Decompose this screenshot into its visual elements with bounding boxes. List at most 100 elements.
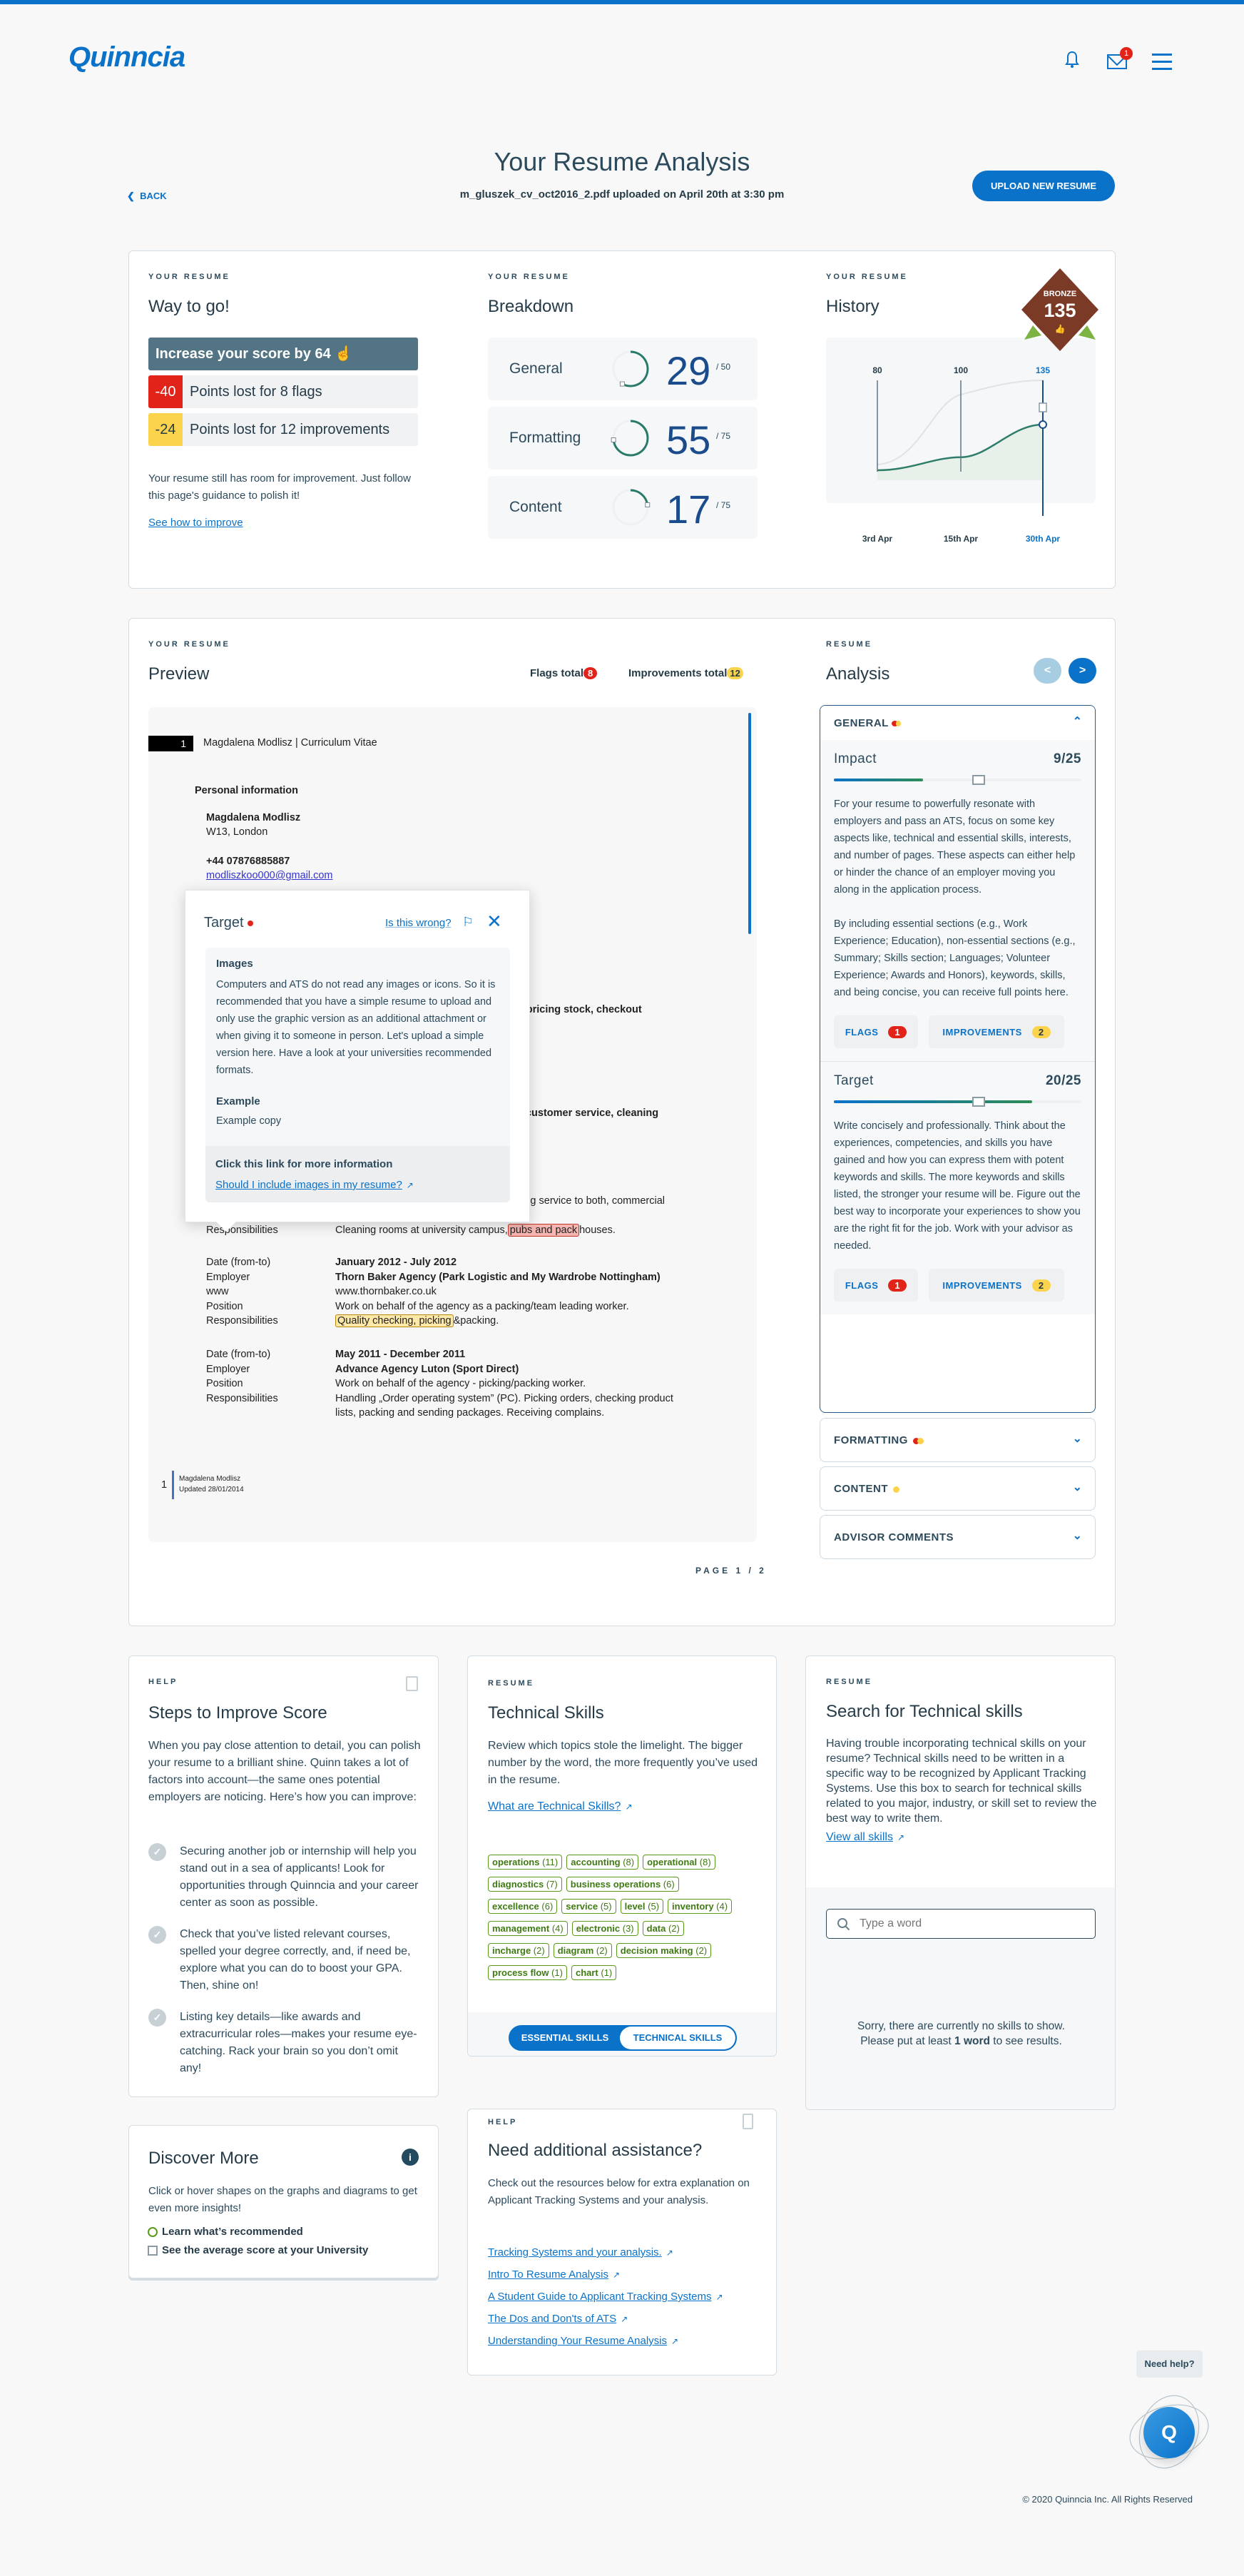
hamburger-menu-icon[interactable] (1152, 53, 1173, 73)
resource-link-text[interactable]: Tracking Systems and your analysis. (488, 2246, 662, 2258)
info-icon[interactable]: i (402, 2149, 419, 2166)
helpbot-button[interactable]: Q (1143, 2407, 1195, 2458)
flags-button[interactable]: FLAGS 1 (834, 1269, 918, 1302)
general-accordion-header[interactable]: GENERAL ⌃ (820, 706, 1095, 740)
summary-card: YOUR RESUME Way to go! Increase your sco… (128, 250, 1116, 589)
resource-link-text[interactable]: Intro To Resume Analysis (488, 2268, 608, 2281)
chevron-up-icon[interactable]: ⌃ (1073, 714, 1082, 729)
improvement-note: Your resume still has room for improveme… (148, 472, 411, 502)
accordion-title-text: CONTENT (834, 1483, 888, 1495)
history-date-label: 30th Apr (1026, 534, 1061, 544)
see-how-to-improve-link[interactable]: See how to improve (148, 517, 243, 529)
chevron-down-icon[interactable]: ⌄ (1073, 1480, 1082, 1494)
link-text[interactable]: What are Technical Skills? (488, 1800, 621, 1812)
search-input[interactable] (860, 1915, 1088, 1932)
breakdown-item[interactable]: Formatting 55 / 75 (488, 407, 758, 470)
skill-tag[interactable]: operational (8) (643, 1855, 715, 1870)
resource-link[interactable]: Understanding Your Resume Analysis ↗ (488, 2335, 723, 2347)
chevron-down-icon[interactable]: ⌄ (1073, 1431, 1082, 1446)
link-text[interactable]: View all skills (826, 1831, 893, 1843)
steps-list: ✓ Securing another job or internship will… (148, 1843, 427, 2091)
external-link-icon: ↗ (671, 2336, 679, 2346)
chevron-down-icon[interactable]: ⌄ (1073, 1528, 1082, 1543)
accordion-formatting[interactable]: FORMATTING ⌄ (820, 1418, 1096, 1462)
accordion-advisor-comments[interactable]: ADVISOR COMMENTS ⌄ (820, 1515, 1096, 1559)
skill-tag[interactable]: diagnostics (7) (488, 1877, 562, 1892)
search-box[interactable] (826, 1909, 1096, 1939)
next-arrow-button[interactable]: > (1069, 658, 1096, 684)
essential-skills-tab[interactable]: ESSENTIAL SKILLS (510, 2027, 620, 2049)
scrollbar[interactable] (748, 713, 751, 934)
upload-new-resume-button[interactable]: UPLOAD NEW RESUME (972, 171, 1115, 201)
more-info-link[interactable]: Should I include images in my resume? ↗ (215, 1179, 414, 1191)
improvement-highlight[interactable]: Quality checking, picking (335, 1314, 454, 1328)
skill-tag[interactable]: excellence (6) (488, 1899, 558, 1914)
resource-link[interactable]: The Dos and Don'ts of ATS ↗ (488, 2313, 723, 2325)
skill-count: (8) (623, 1857, 635, 1867)
section-label: HELP (148, 1678, 178, 1686)
view-all-skills-link[interactable]: View all skills ↗ (826, 1831, 904, 1844)
resume-email[interactable]: modliszkoo000@gmail.com (206, 868, 333, 883)
resource-link-text[interactable]: Understanding Your Resume Analysis (488, 2335, 667, 2347)
skill-tag[interactable]: chart (1) (571, 1965, 617, 1980)
example-body: Example copy (216, 1115, 282, 1127)
skill-tag[interactable]: service (5) (561, 1899, 616, 1914)
skill-tag[interactable]: management (4) (488, 1921, 568, 1936)
history-date-label: 15th Apr (944, 534, 979, 544)
bell-icon[interactable] (1064, 50, 1080, 73)
external-link-icon: ↗ (621, 2314, 628, 2324)
technical-skills-tab[interactable]: TECHNICAL SKILLS (620, 2027, 735, 2049)
skill-tag[interactable]: electronic (3) (571, 1921, 638, 1936)
improvements-button[interactable]: IMPROVEMENTS 2 (929, 1269, 1064, 1302)
resource-link-text[interactable]: The Dos and Don'ts of ATS (488, 2313, 616, 2325)
more-info-link-text[interactable]: Should I include images in my resume? (215, 1179, 402, 1191)
resource-link[interactable]: Tracking Systems and your analysis. ↗ (488, 2246, 723, 2258)
skill-tag[interactable]: accounting (8) (566, 1855, 639, 1870)
flag-highlight[interactable]: pubs and pack (507, 1224, 580, 1237)
accordion-title-text: FORMATTING (834, 1434, 908, 1446)
square-legend-icon (148, 2245, 158, 2256)
is-this-wrong-link[interactable]: Is this wrong? (385, 917, 452, 929)
technical-skills-heading: Technical Skills (488, 1703, 604, 1723)
breakdown-item[interactable]: Content 17 / 75 (488, 476, 758, 539)
skill-tag[interactable]: incharge (2) (488, 1943, 549, 1958)
slider-handle[interactable] (972, 1097, 986, 1107)
back-link[interactable]: ❮ BACK (127, 191, 167, 202)
popup-body: Computers and ATS do not read any images… (216, 979, 496, 1076)
resume-row-value: January 2012 - July 2012 (335, 1257, 457, 1268)
what-are-technical-skills-link[interactable]: What are Technical Skills? ↗ (488, 1800, 633, 1813)
skill-tag[interactable]: decision making (2) (616, 1943, 712, 1958)
skill-tag[interactable]: inventory (4) (668, 1899, 733, 1914)
quinncia-logo[interactable]: Quinncia (68, 41, 185, 73)
flag-icon[interactable]: ⚐ (462, 915, 474, 930)
skill-tag[interactable]: business operations (6) (566, 1877, 679, 1892)
increase-score-banner: Increase your score by 64 ☝ (148, 338, 418, 370)
resume-text: houses. (579, 1224, 616, 1236)
previous-arrow-button[interactable]: < (1034, 658, 1061, 684)
breakdown-item[interactable]: General 29 / 50 (488, 338, 758, 400)
analysis-subsection: Target 20/25 Write concisely and professio… (820, 1061, 1095, 1314)
score-slider[interactable] (834, 1097, 1081, 1107)
close-icon[interactable]: ✕ (486, 911, 502, 933)
resource-link[interactable]: A Student Guide to Applicant Tracking Sy… (488, 2291, 723, 2303)
slider-handle[interactable] (972, 775, 986, 785)
skill-tag[interactable]: process flow (1) (488, 1965, 567, 1980)
resume-footer: Magdalena Modlisz Updated 28/01/2014 (179, 1474, 244, 1495)
resource-link-text[interactable]: A Student Guide to Applicant Tracking Sy… (488, 2291, 712, 2303)
average-score-option[interactable]: See the average score at your University (148, 2244, 368, 2256)
improvements-button[interactable]: IMPROVEMENTS 2 (929, 1015, 1064, 1048)
improvement-points-text: Points lost for 12 improvements (190, 421, 390, 437)
skill-tag[interactable]: operations (11) (488, 1855, 563, 1870)
breakdown-name: Formatting (509, 430, 581, 446)
resume-page-number: 1 (148, 736, 193, 751)
learn-recommended-option[interactable]: Learn what’s recommended (148, 2226, 303, 2238)
resume-row-value: lists, packing and sending packages. Rec… (335, 1407, 605, 1419)
skill-tag[interactable]: diagram (2) (553, 1943, 612, 1958)
skill-tag[interactable]: data (2) (642, 1921, 684, 1936)
skill-tag[interactable]: level (5) (620, 1899, 664, 1914)
resource-link[interactable]: Intro To Resume Analysis ↗ (488, 2268, 723, 2281)
score-slider[interactable] (834, 775, 1081, 785)
flags-button[interactable]: FLAGS 1 (834, 1015, 918, 1048)
accordion-content[interactable]: CONTENT ⌄ (820, 1466, 1096, 1511)
history-chart[interactable]: 80 3rd Apr 100 15th Apr 135 30th Apr (826, 338, 1096, 544)
